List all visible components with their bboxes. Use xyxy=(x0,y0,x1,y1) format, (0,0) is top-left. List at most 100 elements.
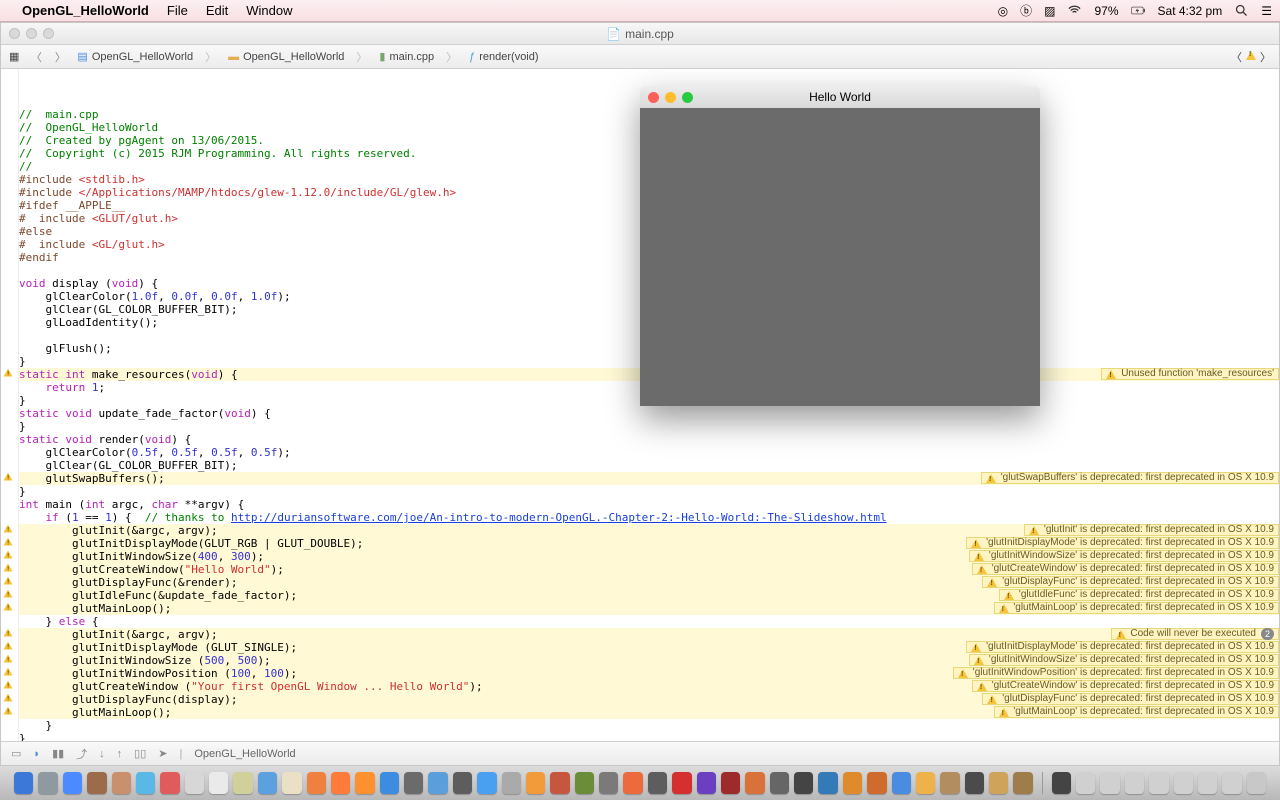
spotlight-icon[interactable] xyxy=(1234,3,1249,18)
opengl-output-window[interactable]: Hello World xyxy=(640,86,1040,406)
clock[interactable]: Sat 4:32 pm xyxy=(1158,4,1223,18)
code-line[interactable]: if (1 == 1) { // thanks to http://durian… xyxy=(19,511,1279,524)
wifi-icon[interactable] xyxy=(1067,3,1082,18)
dock-app[interactable] xyxy=(428,772,447,794)
dock-app[interactable] xyxy=(1076,772,1095,794)
minimize-icon[interactable] xyxy=(26,28,37,39)
code-line[interactable]: } else { xyxy=(19,615,1279,628)
dock-app[interactable] xyxy=(160,772,179,794)
views-icon[interactable]: ▯▯ xyxy=(134,747,146,760)
dock-app[interactable] xyxy=(892,772,911,794)
inline-diagnostic[interactable]: 'glutIdleFunc' is deprecated: first depr… xyxy=(999,589,1279,601)
dock-app[interactable] xyxy=(14,772,33,794)
warning-gutter-icon[interactable] xyxy=(3,537,13,551)
dock-app[interactable] xyxy=(1052,772,1071,794)
inline-diagnostic[interactable]: 'glutMainLoop' is deprecated: first depr… xyxy=(994,602,1279,614)
dock-app[interactable] xyxy=(502,772,521,794)
dock-app[interactable] xyxy=(380,772,399,794)
dock-app[interactable] xyxy=(1100,772,1119,794)
zoom-icon[interactable] xyxy=(682,92,693,103)
dock-app[interactable] xyxy=(526,772,545,794)
menu-file[interactable]: File xyxy=(167,3,188,18)
inline-diagnostic[interactable]: 'glutInitWindowPosition' is deprecated: … xyxy=(953,667,1279,679)
dock-app[interactable] xyxy=(282,772,301,794)
nav-forward-icon[interactable]: 〉 xyxy=(53,49,67,65)
inline-diagnostic[interactable]: Unused function 'make_resources' xyxy=(1101,368,1279,380)
code-line[interactable]: glutInitDisplayMode (GLUT_SINGLE); 'glut… xyxy=(19,641,1279,654)
dock-app[interactable] xyxy=(185,772,204,794)
close-icon[interactable] xyxy=(9,28,20,39)
dock-app[interactable] xyxy=(550,772,569,794)
inline-diagnostic[interactable]: 'glutDisplayFunc' is deprecated: first d… xyxy=(982,576,1279,588)
warning-gutter-icon[interactable] xyxy=(3,680,13,694)
dock-app[interactable] xyxy=(648,772,667,794)
system-dock[interactable] xyxy=(0,766,1280,800)
warning-gutter-icon[interactable] xyxy=(3,472,13,486)
code-line[interactable]: static void render(void) { xyxy=(19,433,1279,446)
step-into-icon[interactable]: ↓ xyxy=(99,748,105,760)
dock-app[interactable] xyxy=(453,772,472,794)
warning-gutter-icon[interactable] xyxy=(3,641,13,655)
breadcrumb-file[interactable]: ▮ main.cpp xyxy=(379,50,434,63)
status-icon-3[interactable]: ▨ xyxy=(1044,4,1055,18)
dock-app[interactable] xyxy=(38,772,57,794)
code-line[interactable]: glClear(GL_COLOR_BUFFER_BIT); xyxy=(19,459,1279,472)
menu-edit[interactable]: Edit xyxy=(206,3,228,18)
inline-diagnostic[interactable]: 'glutDisplayFunc' is deprecated: first d… xyxy=(982,693,1279,705)
inline-diagnostic[interactable]: 'glutCreateWindow' is deprecated: first … xyxy=(972,680,1279,692)
inline-diagnostic[interactable]: 'glutInitDisplayMode' is deprecated: fir… xyxy=(966,641,1279,653)
dock-app[interactable] xyxy=(404,772,423,794)
warning-gutter-icon[interactable] xyxy=(3,602,13,616)
code-line[interactable]: glutDisplayFunc(display); 'glutDisplayFu… xyxy=(19,693,1279,706)
code-line[interactable]: } xyxy=(19,420,1279,433)
code-line[interactable]: glutInitDisplayMode(GLUT_RGB | GLUT_DOUB… xyxy=(19,537,1279,550)
zoom-icon[interactable] xyxy=(43,28,54,39)
console-icon[interactable]: ▭ xyxy=(11,747,21,760)
jump-bar[interactable]: ▦ 〈 〉 ▤ OpenGL_HelloWorld 〉 ▬ OpenGL_Hel… xyxy=(1,45,1279,69)
step-out-icon[interactable]: ↑ xyxy=(117,748,123,760)
issue-indicator-icon[interactable] xyxy=(1246,51,1256,63)
breadcrumb-symbol[interactable]: ƒ render(void) xyxy=(469,51,538,63)
code-line[interactable]: glutCreateWindow ("Your first OpenGL Win… xyxy=(19,680,1279,693)
warning-gutter-icon[interactable] xyxy=(3,368,13,382)
dock-app[interactable] xyxy=(599,772,618,794)
code-line[interactable]: glutInit(&argc, argv); 'glutInit' is dep… xyxy=(19,524,1279,537)
dock-app[interactable] xyxy=(721,772,740,794)
warning-gutter-icon[interactable] xyxy=(3,693,13,707)
code-line[interactable]: glutSwapBuffers(); 'glutSwapBuffers' is … xyxy=(19,472,1279,485)
warning-gutter-icon[interactable] xyxy=(3,667,13,681)
code-line[interactable]: glutMainLoop(); 'glutMainLoop' is deprec… xyxy=(19,602,1279,615)
dock-app[interactable] xyxy=(989,772,1008,794)
step-over-icon[interactable]: ⤴ xyxy=(76,746,87,762)
dock-app[interactable] xyxy=(794,772,813,794)
dock-app[interactable] xyxy=(112,772,131,794)
dock-app[interactable] xyxy=(697,772,716,794)
dock-app[interactable] xyxy=(1013,772,1032,794)
code-line[interactable]: glutCreateWindow("Hello World"); 'glutCr… xyxy=(19,563,1279,576)
window-traffic-lights[interactable] xyxy=(9,28,54,39)
breakpoint-icon[interactable]: ◗ xyxy=(33,748,40,760)
dock-app[interactable] xyxy=(1174,772,1193,794)
code-line[interactable]: int main (int argc, char **argv) { xyxy=(19,498,1279,511)
dock-app[interactable] xyxy=(867,772,886,794)
pause-icon[interactable]: ▮▮ xyxy=(52,747,64,760)
dock-app[interactable] xyxy=(843,772,862,794)
dock-app[interactable] xyxy=(233,772,252,794)
warning-gutter-icon[interactable] xyxy=(3,550,13,564)
code-line[interactable]: glutInitWindowPosition (100, 100); 'glut… xyxy=(19,667,1279,680)
dock-app[interactable] xyxy=(307,772,326,794)
code-line[interactable]: glutIdleFunc(&update_fade_factor); 'glut… xyxy=(19,589,1279,602)
dock-app[interactable] xyxy=(965,772,984,794)
minimize-icon[interactable] xyxy=(665,92,676,103)
dock-app[interactable] xyxy=(623,772,642,794)
app-name[interactable]: OpenGL_HelloWorld xyxy=(22,3,149,18)
code-line[interactable]: } xyxy=(19,485,1279,498)
dock-app[interactable] xyxy=(575,772,594,794)
warning-gutter-icon[interactable] xyxy=(3,576,13,590)
status-icon-1[interactable]: ◎ xyxy=(998,4,1008,18)
dock-app[interactable] xyxy=(477,772,496,794)
dock-app[interactable] xyxy=(87,772,106,794)
menu-list-icon[interactable]: ☰ xyxy=(1261,4,1272,18)
dock-app[interactable] xyxy=(770,772,789,794)
code-line[interactable]: glutMainLoop(); 'glutMainLoop' is deprec… xyxy=(19,706,1279,719)
